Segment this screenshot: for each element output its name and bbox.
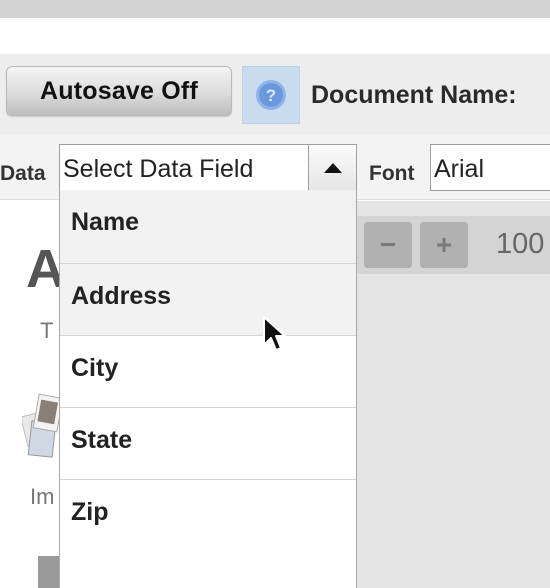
dropdown-option-zip[interactable]: Zip [60,480,356,552]
dropdown-option-label: Name [71,208,140,236]
top-header-strip [0,0,550,18]
text-tool-caption: T [40,318,54,343]
font-label: Font [369,162,415,185]
font-select[interactable]: Arial [430,144,550,191]
data-field-select[interactable]: Select Data Field [59,144,357,191]
zoom-level-value: 100 [496,228,545,260]
main-toolbar: Autosave Off ? Document Name: [0,54,550,134]
dropdown-option-address[interactable]: Address [60,264,356,336]
panel-fragment [38,556,60,588]
dropdown-option-city[interactable]: City [60,336,356,408]
dropdown-option-label: Address [71,282,172,310]
document-name-label: Document Name: [311,81,517,109]
autosave-toggle-button[interactable]: Autosave Off [6,66,232,116]
svg-text:?: ? [266,86,276,105]
dropdown-arrow-button[interactable] [308,145,356,190]
dropdown-option-name[interactable]: Name [60,190,356,264]
dropdown-option-label: City [71,354,119,382]
zoom-in-button[interactable]: + [420,222,468,268]
image-tool-caption: Im [30,484,55,509]
photos-icon[interactable] [22,392,62,464]
question-circle-icon: ? [256,80,286,110]
dropdown-option-label: Zip [71,498,109,526]
zoom-out-button[interactable]: − [364,222,412,268]
dropdown-option-label: State [71,426,133,454]
mouse-pointer-icon [263,316,286,351]
header-spacer [0,18,550,54]
dropdown-option-state[interactable]: State [60,408,356,480]
data-field-dropdown-list: Name Address City State Zip [59,190,357,588]
font-select-value: Arial [434,155,485,183]
data-field-select-value: Select Data Field [63,155,254,183]
help-button[interactable]: ? [242,66,300,124]
chevron-up-icon [323,162,342,173]
data-field-label: Data [0,162,46,185]
